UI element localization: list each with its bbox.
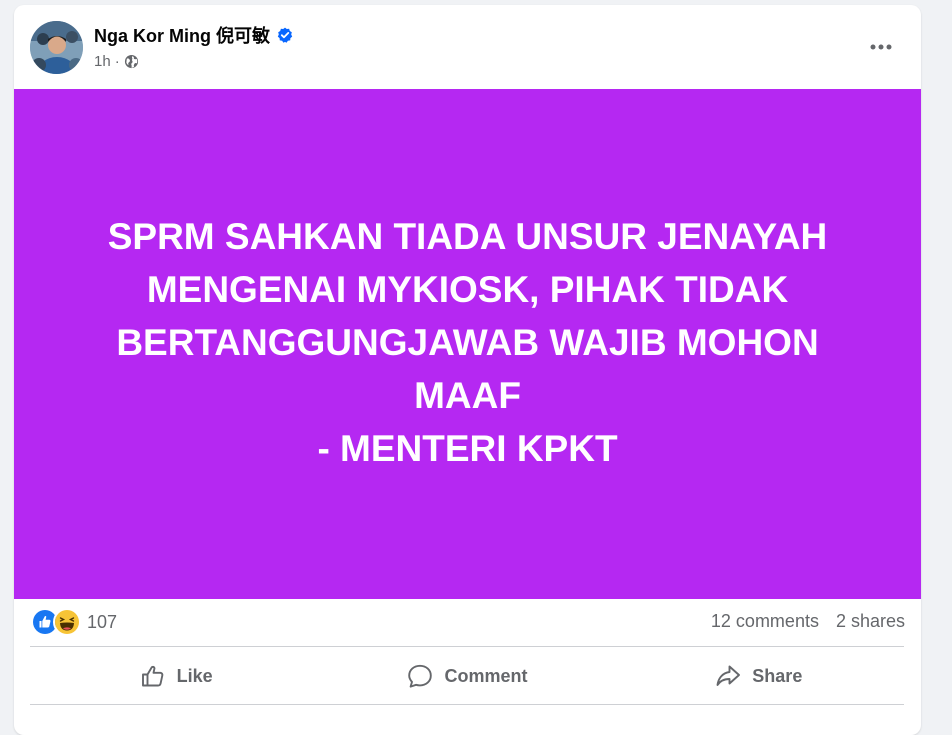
avatar[interactable] [30,21,83,74]
like-button[interactable]: Like [30,650,321,702]
author-name-text[interactable]: Nga Kor Ming 倪可敏 [94,22,270,48]
image-text-line: - MENTERI KPKT [317,427,618,469]
reaction-count: 107 [87,611,118,632]
divider [30,704,904,705]
divider [30,646,904,647]
shares-count-link[interactable]: 2 shares [836,611,905,632]
post-card: Nga Kor Ming 倪可敏 1h · SPRM SAHKAN TIADA … [14,5,921,735]
thumbs-up-icon [141,665,163,687]
image-text-line: MENGENAI MYKIOSK, PIHAK TIDAK [146,268,789,310]
post-image-text: SPRM SAHKAN TIADA UNSUR JENAYAH MENGENAI… [78,210,858,475]
post-stats: 107 12 comments 2 shares [14,599,921,643]
image-text-line: MAAF [414,374,521,416]
image-text-line: BERTANGGUNGJAWAB WAJIB MOHON [116,321,819,363]
public-globe-icon[interactable] [124,54,139,69]
engagement-counts: 12 comments 2 shares [711,611,905,632]
comments-count-link[interactable]: 12 comments [711,611,819,632]
post-action-bar: Like Comment Share [30,650,904,702]
share-label: Share [752,665,803,686]
comment-button[interactable]: Comment [321,650,612,702]
haha-icon [53,608,81,636]
post-header: Nga Kor Ming 倪可敏 1h · [14,5,921,89]
like-label: Like [176,665,213,686]
more-options-icon[interactable] [867,35,895,59]
post-text-image[interactable]: SPRM SAHKAN TIADA UNSUR JENAYAH MENGENAI… [14,89,921,599]
author-name[interactable]: Nga Kor Ming 倪可敏 [94,24,293,46]
share-arrow-icon [716,665,741,686]
meta-separator: · [114,53,120,70]
reaction-summary[interactable]: 107 [31,608,117,636]
comment-label: Comment [444,665,528,686]
post-time[interactable]: 1h [94,53,111,70]
image-text-line: SPRM SAHKAN TIADA UNSUR JENAYAH [107,215,828,257]
verified-badge-icon [277,27,293,43]
comment-bubble-icon [408,664,433,688]
post-meta: 1h · [94,53,139,70]
share-button[interactable]: Share [613,650,904,702]
